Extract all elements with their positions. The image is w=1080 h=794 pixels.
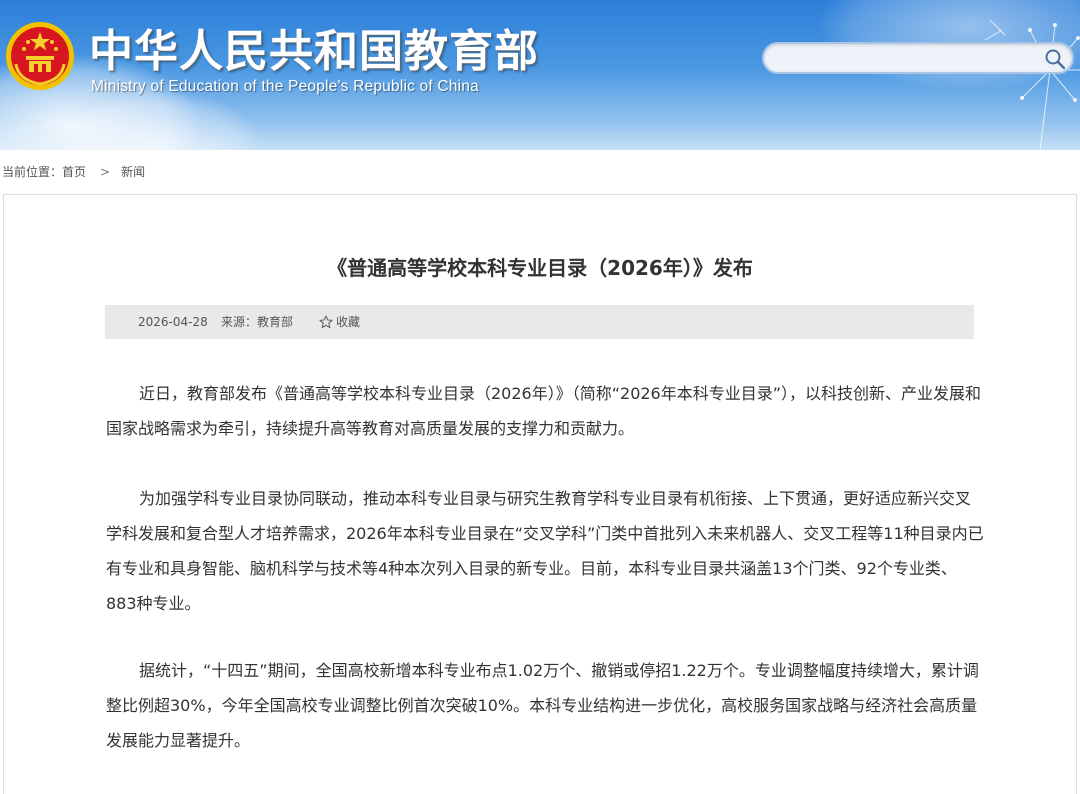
site-subtitle: Ministry of Education of the People's Re… [91,78,479,95]
article-paragraph: 为加强学科专业目录协同联动，推动本科专业目录与研究生教育学科专业目录有机衔接、上… [106,489,984,613]
site-title: 中华人民共和国教育部 [89,26,539,77]
breadcrumb-label: 当前位置： [2,165,63,179]
article-date: 2026-04-28 [138,315,208,329]
national-emblem-icon [6,22,74,90]
search-box [762,42,1074,74]
dandelion-icon [984,19,1080,150]
article-meta-bar: 2026-04-28 来源：教育部 收藏 [105,305,974,339]
article-title: 《普通高等学校本科专业目录（2026年）》发布 [327,256,753,280]
site-header: 中华人民共和国教育部 Ministry of Education of the … [0,0,1080,150]
article-paragraph: 据统计，“十四五”期间，全国高校新增本科专业布点1.02万个、撤销或停招1.22… [106,661,979,750]
breadcrumb-news-link[interactable]: 新闻 [121,165,145,179]
search-icon[interactable] [1044,48,1066,70]
breadcrumb: 当前位置：首页 > 新闻 [2,163,145,181]
favorite-button[interactable]: 收藏 [319,305,360,339]
star-icon [319,315,333,329]
breadcrumb-separator: > [100,165,111,179]
favorite-label: 收藏 [336,315,361,329]
search-input[interactable] [774,48,1038,70]
article-paragraph: 近日，教育部发布《普通高等学校本科专业目录（2026年）》（简称“2026年本科… [106,384,982,438]
article-source: 来源：教育部 [221,315,294,329]
breadcrumb-home-link[interactable]: 首页 [62,165,86,179]
